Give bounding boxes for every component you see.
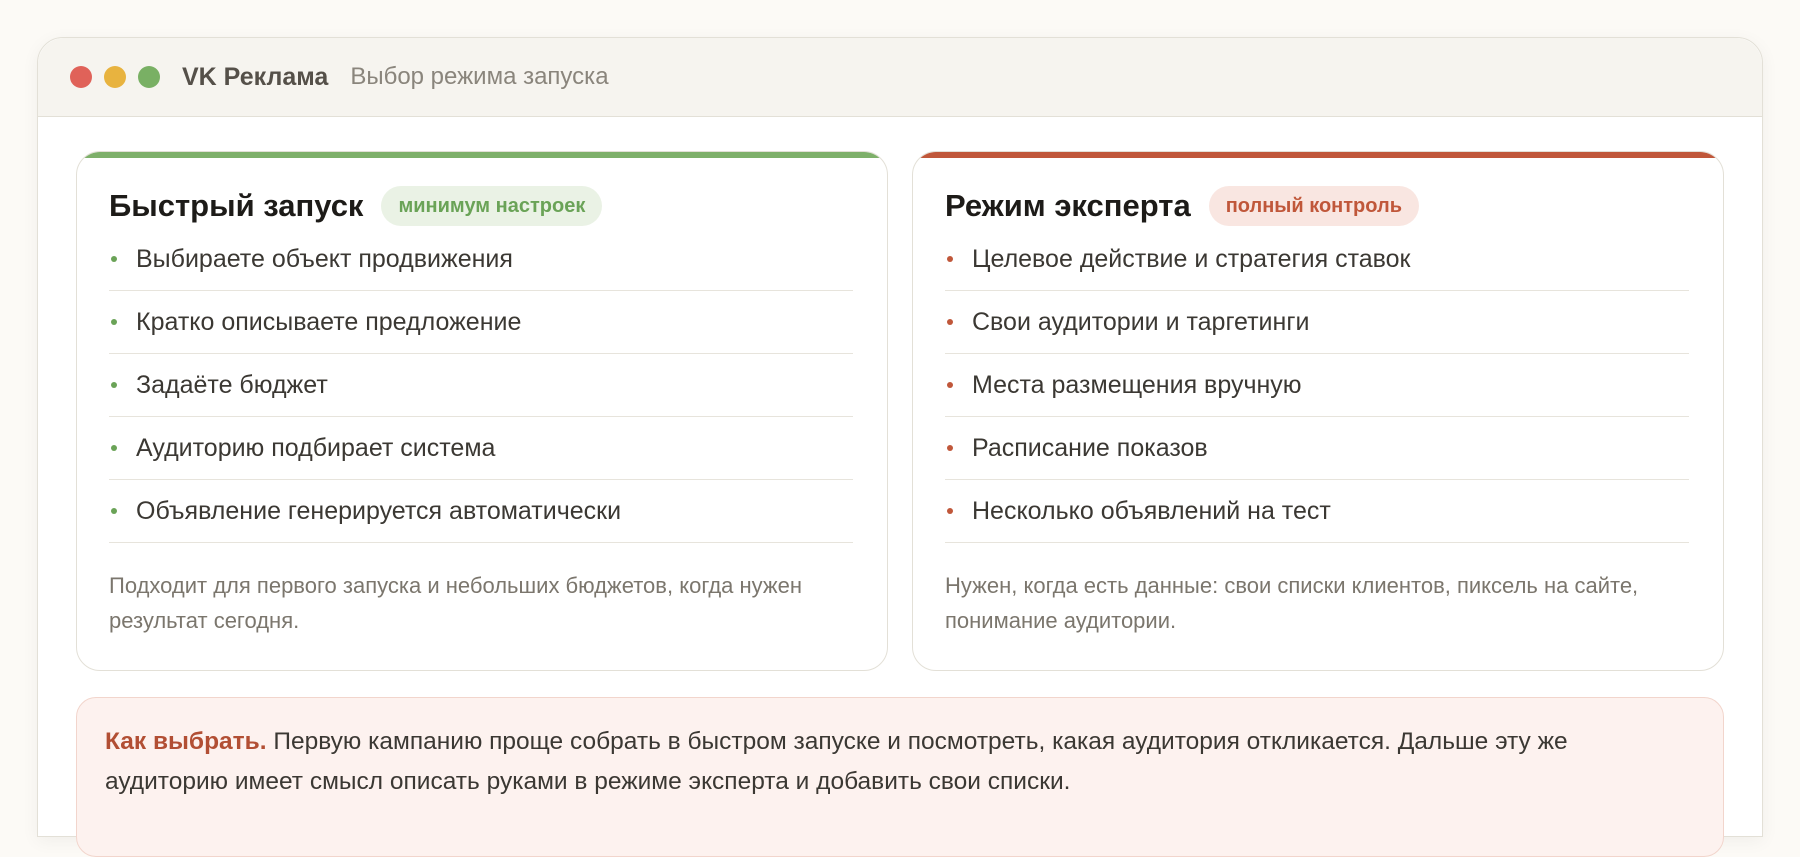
card-accent-bar: [913, 152, 1723, 158]
expert-mode-card[interactable]: Режим эксперта полный контроль Целевое д…: [912, 151, 1724, 671]
bullet-icon: [111, 508, 117, 514]
list-item: Задаёте бюджет: [109, 354, 853, 417]
title-bar: VK Реклама Выбор режима запуска: [38, 38, 1762, 117]
list-item: Несколько объявлений на тест: [945, 480, 1689, 543]
list-item-label: Объявление генерируется автоматически: [136, 496, 622, 525]
card-header: Режим эксперта полный контроль: [945, 186, 1419, 226]
list-item: Свои аудитории и таргетинги: [945, 291, 1689, 354]
card-header: Быстрый запуск минимум настроек: [109, 186, 603, 226]
feature-list: Целевое действие и стратегия ставок Свои…: [945, 228, 1689, 543]
list-item-label: Задаёте бюджет: [136, 370, 328, 399]
bullet-icon: [111, 256, 117, 262]
how-to-choose-callout: Как выбрать. Первую кампанию проще собра…: [76, 697, 1724, 857]
list-item-label: Места размещения вручную: [972, 370, 1302, 399]
list-item-label: Кратко описываете предложение: [136, 307, 522, 336]
list-item: Кратко описываете предложение: [109, 291, 853, 354]
card-accent-bar: [77, 152, 887, 158]
list-item-label: Выбираете объект продвижения: [136, 244, 513, 273]
bullet-icon: [111, 445, 117, 451]
window-subtitle: Выбор режима запуска: [350, 63, 609, 90]
bullet-icon: [947, 508, 953, 514]
list-item: Целевое действие и стратегия ставок: [945, 228, 1689, 291]
bullet-icon: [947, 256, 953, 262]
bullet-icon: [111, 382, 117, 388]
list-item-label: Аудиторию подбирает система: [136, 433, 496, 462]
card-badge: полный контроль: [1208, 186, 1419, 226]
callout-lead: Как выбрать.: [105, 728, 267, 755]
quick-launch-card[interactable]: Быстрый запуск минимум настроек Выбирает…: [76, 151, 888, 671]
bullet-icon: [111, 319, 117, 325]
list-item-label: Свои аудитории и таргетинги: [972, 307, 1310, 336]
minimize-window-button[interactable]: [104, 66, 126, 88]
list-item-label: Расписание показов: [972, 433, 1208, 462]
bullet-icon: [947, 382, 953, 388]
card-title: Быстрый запуск: [109, 188, 364, 223]
list-item: Аудиторию подбирает система: [109, 417, 853, 480]
list-item: Объявление генерируется автоматически: [109, 480, 853, 543]
card-note: Нужен, когда есть данные: свои списки кл…: [945, 573, 1639, 633]
zoom-window-button[interactable]: [138, 66, 160, 88]
bullet-icon: [947, 319, 953, 325]
list-item: Места размещения вручную: [945, 354, 1689, 417]
card-badge: минимум настроек: [381, 186, 603, 226]
list-item: Выбираете объект продвижения: [109, 228, 853, 291]
card-title: Режим эксперта: [945, 188, 1191, 223]
callout-text: Первую кампанию проще собрать в быстром …: [105, 728, 1568, 795]
close-window-button[interactable]: [70, 66, 92, 88]
card-note: Подходит для первого запуска и небольших…: [109, 573, 803, 633]
list-item-label: Целевое действие и стратегия ставок: [972, 244, 1411, 273]
feature-list: Выбираете объект продвижения Кратко опис…: [109, 228, 853, 543]
list-item-label: Несколько объявлений на тест: [972, 496, 1331, 525]
app-name: VK Реклама: [182, 62, 329, 91]
list-item: Расписание показов: [945, 417, 1689, 480]
bullet-icon: [947, 445, 953, 451]
